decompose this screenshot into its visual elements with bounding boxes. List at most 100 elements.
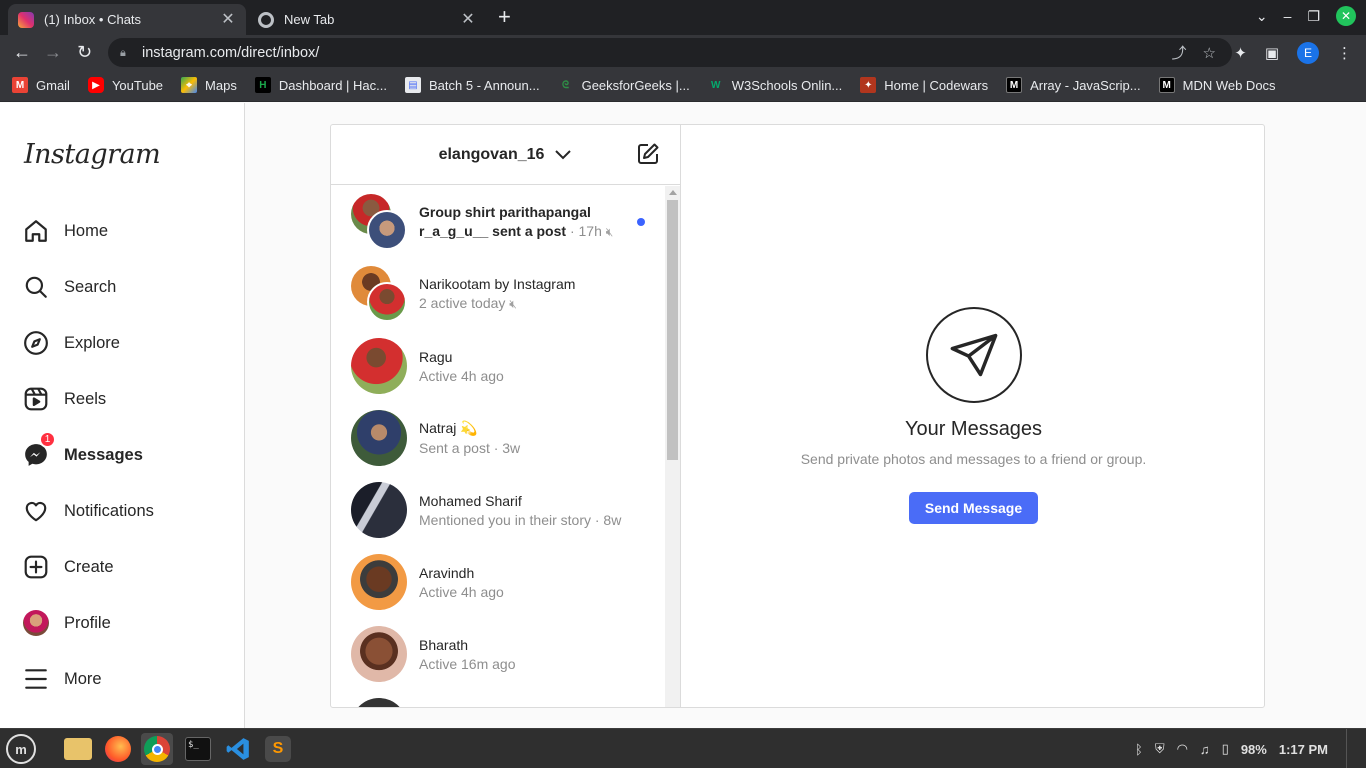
chat-preview: Sent a post — [419, 440, 490, 456]
battery-icon[interactable]: ▯ — [1222, 741, 1229, 757]
bookmark-gfg[interactable]: ᘓ GeeksforGeeks |... — [558, 77, 690, 93]
nav-explore[interactable]: Explore — [22, 329, 120, 357]
address-bar[interactable]: 🔒︎ instagram.com/direct/inbox/ ⤴ ☆ — [108, 38, 1232, 67]
chat-row[interactable]: Ragu Active 4h ago — [331, 330, 665, 402]
close-tab-icon[interactable]: ✕ — [220, 11, 236, 28]
nav-messages[interactable]: 1 Messages — [22, 431, 143, 469]
chrome-favicon — [258, 11, 274, 28]
chat-row[interactable]: Aravindh Active 4h ago — [331, 546, 665, 618]
nav-profile[interactable]: Profile — [22, 609, 111, 637]
profile-avatar-icon[interactable]: E — [1297, 42, 1319, 64]
bookmark-mdn[interactable]: M MDN Web Docs — [1158, 77, 1276, 93]
nav-reels[interactable]: Reels — [22, 385, 106, 413]
group-avatar — [351, 194, 407, 250]
account-username: elangovan_16 — [438, 145, 545, 163]
account-switcher[interactable]: elangovan_16 — [439, 146, 573, 164]
chat-text: Group shirt parithapangal r_a_g_u__ sent… — [419, 204, 637, 240]
nav-more[interactable]: More — [22, 665, 102, 693]
chat-preview: Active 16m ago — [419, 655, 516, 672]
share-icon[interactable]: ⤴ — [1172, 42, 1187, 63]
kebab-menu-icon[interactable]: ⋮ — [1337, 44, 1352, 62]
youtube-icon: ▶ — [87, 77, 104, 93]
url-text: instagram.com/direct/inbox/ — [142, 44, 320, 61]
bookmark-label: Batch 5 - Announ... — [429, 77, 540, 93]
tab-new-tab[interactable]: New Tab ✕ — [248, 4, 486, 35]
extensions-icon[interactable]: ✦ — [1234, 44, 1247, 62]
close-window-icon[interactable]: ✕ — [1336, 6, 1356, 26]
vscode-icon[interactable] — [222, 733, 254, 765]
files-icon[interactable] — [62, 733, 94, 765]
instagram-logo[interactable]: Instagram — [24, 139, 161, 170]
maps-icon: ⌖ — [181, 77, 198, 93]
chat-avatar — [351, 338, 407, 394]
bookmark-hackerrank[interactable]: H Dashboard | Hac... — [254, 77, 387, 93]
wifi-icon[interactable]: ◠ — [1177, 741, 1188, 757]
close-tab-icon[interactable]: ✕ — [460, 11, 476, 28]
restore-icon[interactable]: ❐ — [1307, 8, 1320, 25]
bookmark-star-icon[interactable]: ☆ — [1203, 44, 1216, 62]
new-message-icon[interactable] — [636, 142, 660, 171]
nav-search[interactable]: Search — [22, 273, 116, 301]
tab-inbox[interactable]: (1) Inbox • Chats ✕ — [8, 4, 246, 35]
nav-notifications[interactable]: Notifications — [22, 497, 154, 525]
bookmark-youtube[interactable]: ▶ YouTube — [87, 77, 163, 93]
mdn-icon: M — [1006, 77, 1023, 93]
battery-percent: 98% — [1240, 741, 1267, 757]
show-desktop[interactable] — [1346, 729, 1352, 768]
chrome-icon[interactable] — [141, 733, 173, 765]
chat-avatar — [351, 554, 407, 610]
chat-avatar — [351, 626, 407, 682]
bookmark-mdn-array[interactable]: M Array - JavaScrip... — [1006, 77, 1141, 93]
chat-row[interactable]: Mohamed Sharif Mentioned you in their st… — [331, 474, 665, 546]
clock[interactable]: 1:17 PM — [1279, 742, 1328, 757]
chat-row[interactable] — [331, 690, 665, 707]
browser-tab-strip: (1) Inbox • Chats ✕ New Tab ✕ + ⌄ – ❐ ✕ — [0, 0, 1366, 35]
chat-text: Bharath Active 16m ago — [419, 637, 665, 672]
nav-create[interactable]: Create — [22, 553, 114, 581]
bookmark-maps[interactable]: ⌖ Maps — [181, 77, 237, 93]
scroll-thumb[interactable] — [667, 200, 678, 460]
shield-icon[interactable]: ⛨ — [1155, 741, 1165, 757]
nav-label: Messages — [64, 445, 143, 464]
bookmark-w3schools[interactable]: W W3Schools Onlin... — [708, 77, 842, 93]
os-taskbar: m $_ S ᛒ ⛨ ◠ ♫ ▯ 98% 1:17 PM — [0, 728, 1366, 768]
bluetooth-icon[interactable]: ᛒ — [1135, 742, 1143, 757]
chat-text: Aravindh Active 4h ago — [419, 565, 665, 600]
bookmark-label: MDN Web Docs — [1182, 77, 1276, 93]
chat-row[interactable]: Natraj 💫 Sent a post · 3w — [331, 402, 665, 474]
minimize-icon[interactable]: – — [1284, 8, 1292, 24]
reels-icon — [22, 385, 50, 413]
chat-avatar — [351, 482, 407, 538]
bookmark-batch5[interactable]: ▤ Batch 5 - Announ... — [405, 77, 540, 93]
messenger-icon: 1 — [22, 431, 56, 469]
chat-row[interactable]: Group shirt parithapangal r_a_g_u__ sent… — [331, 186, 665, 258]
nav-label: Explore — [64, 333, 120, 352]
chat-preview: Mentioned you in their story — [419, 511, 591, 528]
music-icon[interactable]: ♫ — [1200, 742, 1210, 757]
send-message-button[interactable]: Send Message — [908, 492, 1039, 524]
empty-title: Your Messages — [904, 418, 1043, 440]
chat-row[interactable]: Bharath Active 16m ago — [331, 618, 665, 690]
tab-title: New Tab — [284, 12, 335, 27]
nav-home[interactable]: Home — [22, 217, 108, 245]
muted-icon: 🔇︎ — [605, 225, 614, 239]
chat-row[interactable]: Narikootam by Instagram 2 active today 🔇… — [331, 258, 665, 330]
lock-icon[interactable]: 🔒︎ — [120, 47, 130, 59]
unread-dot — [637, 218, 645, 226]
chat-time: · 8w — [594, 511, 622, 528]
forward-icon[interactable]: → — [44, 41, 62, 63]
terminal-icon[interactable]: $_ — [182, 733, 214, 765]
new-tab-button[interactable]: + — [498, 6, 511, 28]
sublime-icon[interactable]: S — [262, 733, 294, 765]
back-icon[interactable]: ← — [13, 41, 31, 63]
paper-plane-icon — [925, 307, 1022, 403]
firefox-icon[interactable] — [102, 733, 134, 765]
chat-list-scrollbar[interactable] — [665, 186, 680, 707]
scroll-up-arrow-icon[interactable] — [669, 190, 677, 195]
bookmark-gmail[interactable]: M Gmail — [12, 77, 70, 93]
tab-search-icon[interactable]: ⌄ — [1256, 8, 1268, 25]
reload-icon[interactable]: ↻ — [77, 41, 92, 63]
side-panel-icon[interactable]: ▣ — [1265, 44, 1279, 62]
mint-menu-icon[interactable]: m — [5, 733, 37, 765]
bookmark-codewars[interactable]: ✦ Home | Codewars — [860, 77, 988, 93]
